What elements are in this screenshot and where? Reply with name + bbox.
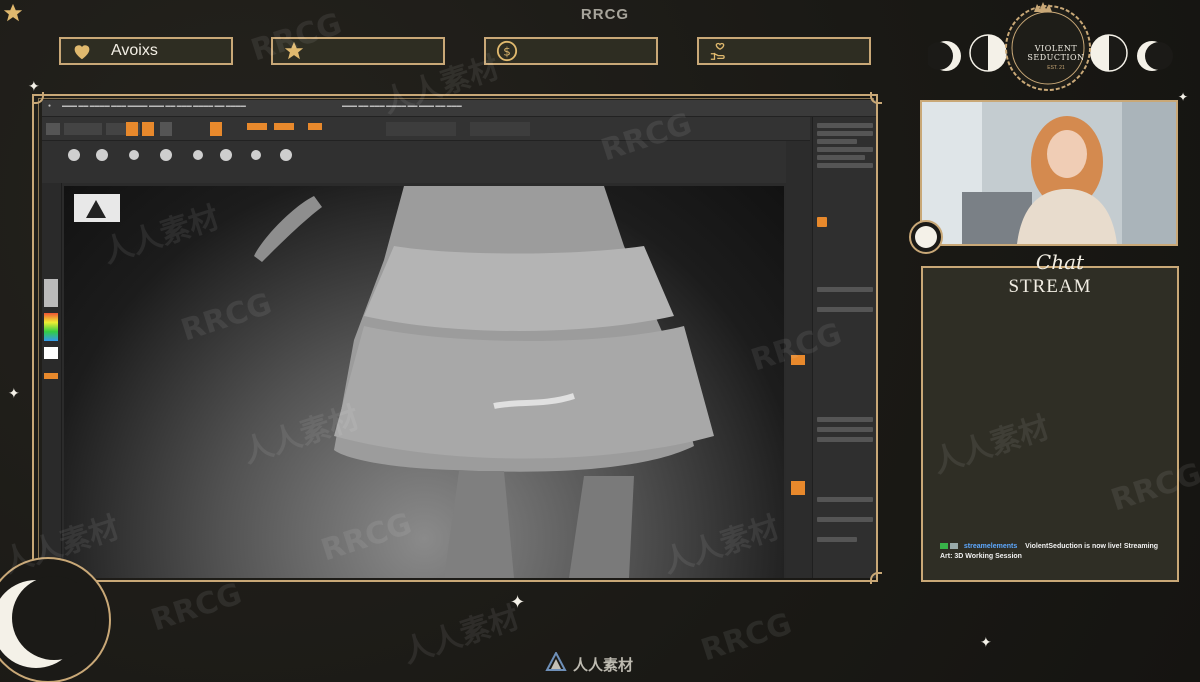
sparkle-icon: ✦ (1178, 90, 1189, 104)
star-icon (2, 2, 24, 29)
logo-mark-icon (545, 650, 567, 677)
stat-box-subscribers (271, 37, 445, 65)
channel-logo-text: VIOLENT SEDUCTION EST. 21 (1008, 44, 1104, 71)
bottom-logo-text: 人人素材 (573, 657, 634, 674)
crescent-moon-icon (0, 552, 120, 682)
zbrush-left-shelf[interactable] (42, 183, 62, 578)
chat-username: streamelements (963, 543, 1018, 550)
sparkle-icon: ✦ (980, 634, 992, 650)
zbrush-menubar[interactable]: ● ▬▬▬ ▬▬ ▬▬▬▬ ▬▬▬ ▬▬▬▬ ▬▬▬ ▬▬ ▬▬▬ ▬▬▬▬ ▬▬… (42, 100, 876, 117)
zbrush-toolbar[interactable] (42, 117, 810, 141)
hand-heart-icon (709, 40, 731, 62)
3d-viewport[interactable] (64, 186, 784, 578)
stat-label-followers: Avoixs (111, 42, 158, 59)
logo-subtitle: EST. 21 (1047, 65, 1065, 71)
chat-script-title: Chat (1035, 250, 1085, 274)
stat-box-followers: Avoixs (59, 37, 233, 65)
watermark: 人人素材 (398, 600, 524, 671)
svg-text:$: $ (503, 45, 511, 59)
sparkle-icon: ✦ (28, 78, 40, 94)
brush-palette[interactable] (42, 141, 810, 183)
bottom-logo: 人人素材 (545, 650, 665, 677)
zbrush-tool-panel[interactable] (812, 117, 876, 578)
watermark: RRCG (146, 576, 246, 639)
webcam-badge-dot (915, 226, 937, 248)
chat-title: STREAM (1008, 276, 1092, 297)
dollar-coin-icon: $ (496, 40, 518, 62)
chat-message: streamelements ViolentSeduction is now l… (940, 542, 1170, 562)
brand-title: RRCG (580, 6, 630, 23)
zbrush-capture: ● ▬▬▬ ▬▬ ▬▬▬▬ ▬▬▬ ▬▬▬▬ ▬▬▬ ▬▬ ▬▬▬ ▬▬▬▬ ▬▬… (42, 100, 876, 578)
chat-badge-icon (949, 543, 958, 550)
webcam-feed (920, 100, 1178, 246)
heart-icon (71, 40, 93, 62)
logo-title: VIOLENT SEDUCTION (1027, 44, 1085, 62)
sparkle-icon: ✦ (8, 385, 20, 401)
stat-box-support (697, 37, 871, 65)
stat-box-donations: $ (484, 37, 658, 65)
frame-ornament (870, 572, 882, 584)
chat-badge-icon (940, 543, 948, 550)
star-icon (283, 40, 305, 62)
sparkle-icon: ✦ (510, 592, 526, 612)
zbrush-right-shelf[interactable] (786, 141, 810, 578)
watermark: RRCG (696, 606, 796, 669)
chat-panel (921, 266, 1179, 582)
